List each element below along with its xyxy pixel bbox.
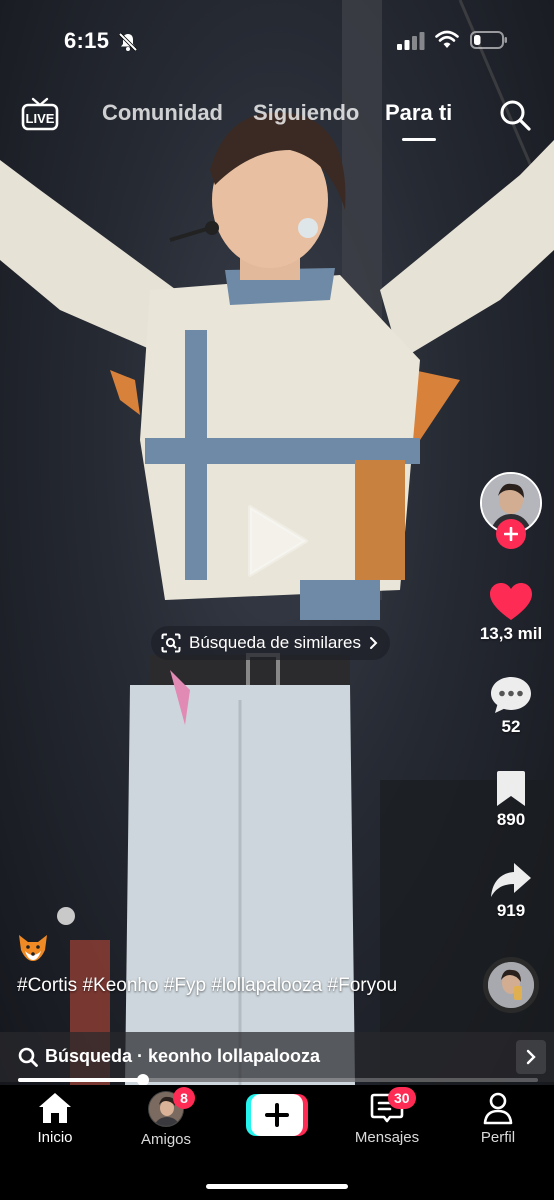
nav-friends-label: Amigos [140, 1131, 192, 1148]
nav-friends[interactable]: Amigos [116, 1091, 216, 1148]
video-progress-fill [18, 1078, 143, 1082]
share-arrow-icon [491, 863, 531, 897]
video-caption[interactable]: #Cortis #Keonho #Fyp #lollapalooza #Fory… [17, 973, 417, 998]
like-count: 13,3 mil [479, 624, 543, 643]
music-cover-image [488, 962, 534, 1008]
comment-icon [491, 677, 531, 713]
nav-home-label: Inicio [37, 1129, 73, 1146]
battery-icon [470, 31, 507, 49]
active-tab-indicator [402, 138, 436, 141]
save-button[interactable]: 890 [471, 770, 551, 830]
search-icon [18, 1047, 38, 1067]
fox-emoji-icon [19, 935, 47, 961]
search-icon[interactable] [498, 98, 532, 132]
visual-search-icon [161, 633, 181, 653]
nav-messages-label: Mensajes [354, 1129, 420, 1146]
profile-icon [483, 1092, 513, 1125]
share-button[interactable]: 919 [471, 861, 551, 921]
friends-badge: 8 [173, 1087, 195, 1109]
live-label: LIVE [26, 111, 55, 126]
share-count: 919 [496, 901, 526, 920]
search-suggestion-bar[interactable]: Búsqueda · keonho lollapalooza [0, 1032, 554, 1082]
wifi-icon [435, 30, 459, 48]
home-indicator [206, 1184, 348, 1189]
home-icon [39, 1093, 71, 1123]
tab-siguiendo[interactable]: Siguiendo [253, 100, 359, 126]
search-suggestion-text: Búsqueda · keonho lollapalooza [45, 1046, 320, 1067]
chevron-right-icon [526, 1049, 536, 1065]
status-bar: 6:15 [0, 24, 554, 60]
top-navigation: LIVE Comunidad Siguiendo Para ti [0, 94, 554, 144]
messages-badge: 30 [388, 1087, 416, 1109]
chevron-right-icon [369, 637, 378, 649]
play-icon[interactable] [244, 503, 310, 579]
status-time: 6:15 [64, 28, 110, 53]
similar-search-button[interactable]: Búsqueda de similares [151, 626, 390, 660]
nav-profile[interactable]: Perfil [448, 1091, 548, 1146]
live-button[interactable]: LIVE [20, 96, 60, 132]
comment-button[interactable]: 52 [471, 675, 551, 737]
heart-icon [490, 583, 532, 620]
like-button[interactable]: 13,3 mil [471, 582, 551, 644]
search-suggestion-separator: · [132, 1046, 149, 1066]
create-button[interactable] [246, 1094, 308, 1136]
search-suggestion-arrow[interactable] [516, 1040, 546, 1074]
video-progress-bar[interactable] [18, 1074, 538, 1086]
nav-home[interactable]: Inicio [5, 1091, 105, 1146]
plus-icon [504, 527, 518, 541]
nav-profile-label: Perfil [480, 1129, 516, 1146]
comment-count: 52 [501, 717, 521, 736]
silent-bell-icon [118, 32, 138, 52]
music-disc[interactable] [483, 957, 539, 1013]
nav-messages[interactable]: Mensajes [337, 1091, 437, 1146]
tab-comunidad[interactable]: Comunidad [102, 100, 223, 126]
search-suggestion-prefix: Búsqueda [45, 1046, 133, 1066]
follow-button[interactable] [496, 519, 526, 549]
bookmark-icon [497, 771, 525, 806]
tab-para-ti[interactable]: Para ti [385, 100, 452, 126]
similar-search-label: Búsqueda de similares [189, 633, 361, 652]
save-count: 890 [496, 810, 526, 829]
search-suggestion-query: keonho lollapalooza [148, 1046, 321, 1066]
cellular-signal-icon [397, 32, 425, 50]
